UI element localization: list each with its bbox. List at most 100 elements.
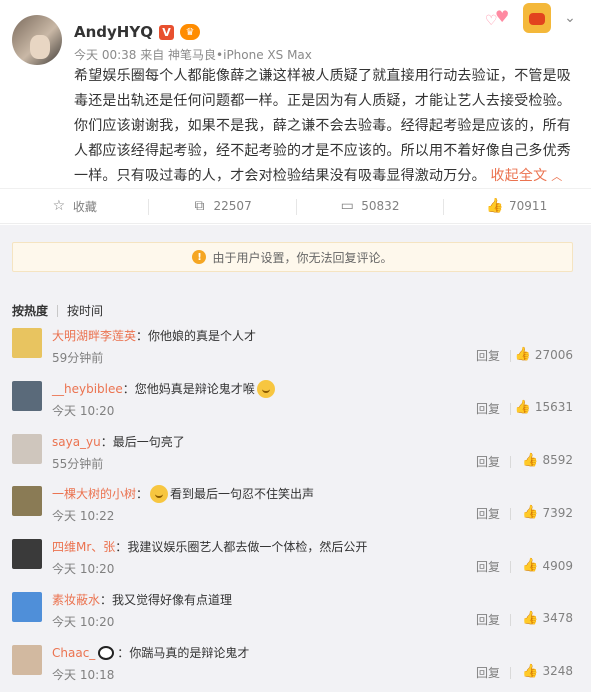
thumbs-up-icon: 👍 [514, 347, 531, 362]
comment-like-button[interactable]: 👍 27006 [515, 347, 573, 362]
comment-username[interactable]: __heybiblee [52, 380, 123, 398]
thumbs-up-icon: 👍 [522, 663, 539, 679]
reply-button[interactable]: 回复 [476, 400, 500, 417]
comment-username[interactable]: 素妆蔽水 [52, 591, 100, 609]
comment-row: 大明湖畔李莲英：你他娘的真是个人才 59分钟前 回复 👍 27006 [0, 321, 591, 374]
like-button[interactable]: 👍 70911 [443, 189, 591, 223]
star-icon: ☆ [52, 198, 66, 214]
comment-list: 大明湖畔李莲英：你他娘的真是个人才 59分钟前 回复 👍 27006 __heyb… [0, 321, 591, 691]
comment-username[interactable]: Chaac_ [52, 644, 95, 662]
reply-button[interactable]: 回复 [476, 347, 500, 364]
comment-like-count: 3248 [542, 664, 573, 679]
comment-avatar[interactable] [12, 380, 42, 411]
reply-button[interactable]: 回复 [476, 611, 500, 628]
post-top-right: ♡ ♥ ⌄ [485, 3, 579, 33]
comment-username[interactable]: saya_yu [52, 433, 101, 451]
comment-time: 今天 10:20 [52, 614, 115, 629]
comment-sort-tabs: 按热度 按时间 [12, 302, 103, 319]
comment-avatar[interactable] [12, 486, 42, 517]
comment-like-button[interactable]: 👍 3248 [522, 664, 573, 679]
comment-content: 素妆蔽水：我又觉得好像有点道理 [52, 591, 233, 609]
comment-row: saya_yu：最后一句亮了 55分钟前 回复 👍 8592 [0, 427, 591, 480]
thumbs-up-icon: 👍 [522, 452, 539, 468]
repost-count: 22507 [213, 199, 252, 213]
favorite-label: 收藏 [72, 199, 97, 214]
verified-badge-icon: V [158, 24, 174, 40]
vip-badge-icon: ♛ [179, 24, 200, 40]
post-header: AndyHYQ V ♛ [74, 22, 200, 42]
comment-like-button[interactable]: 👍 3478 [522, 611, 573, 626]
comment-row: 一棵大树的小树：看到最后一句忍不住笑出声 今天 10:22 回复 👍 7392 [0, 479, 591, 532]
post-action-bar: ☆ 收藏 ⧉ 22507 ▭ 50832 👍 70911 [0, 188, 591, 224]
reply-like-divider [510, 508, 511, 521]
fox-mascot-icon [523, 3, 551, 33]
comment-time: 今天 10:18 [52, 667, 115, 682]
heart-decoration-icon: ♡ ♥ [485, 7, 510, 29]
comment-button[interactable]: ▭ 50832 [295, 189, 444, 223]
comment-username[interactable]: 四维Mr、张 [52, 538, 115, 556]
comment-text: 最后一句亮了 [112, 434, 185, 449]
warning-icon: ! [192, 250, 207, 264]
comment-time: 今天 10:20 [52, 562, 115, 577]
repost-icon: ⧉ [194, 198, 205, 214]
comment-text: 你他娘的真是个人才 [148, 329, 257, 343]
reply-button[interactable]: 回复 [476, 664, 500, 681]
comment-row: __heybiblee：您他妈真是辩论鬼才喉 今天 10:20 回复 👍 1563… [0, 374, 591, 427]
comment-content: saya_yu：最后一句亮了 [52, 433, 185, 451]
comment-avatar[interactable] [12, 328, 42, 358]
reply-like-divider [510, 666, 511, 679]
comment-like-button[interactable]: 👍 7392 [522, 505, 573, 520]
post-username[interactable]: AndyHYQ [74, 23, 153, 41]
comment-like-count: 4909 [542, 558, 573, 573]
thumbs-up-icon: 👍 [522, 505, 539, 521]
reply-disabled-notice: ! 由于用户设置，你无法回复评论。 [12, 242, 573, 272]
comment-avatar[interactable] [12, 591, 42, 622]
comment-text: 您他妈真是辩论鬼才喉 [134, 381, 255, 396]
comment-like-button[interactable]: 👍 8592 [522, 453, 573, 468]
comment-like-button[interactable]: 👍 4909 [522, 558, 573, 573]
comment-like-count: 15631 [534, 400, 573, 415]
comment-time: 今天 10:20 [52, 403, 115, 418]
post-text: 希望娱乐圈每个人都能像薛之谦这样被人质疑了就直接用行动去验证，不管是吸毒还是出轨… [74, 68, 571, 184]
comment-like-count: 7392 [542, 505, 573, 520]
tab-sort-time[interactable]: 按时间 [67, 302, 103, 319]
comment-like-count: 3478 [542, 611, 573, 626]
comment-time: 59分钟前 [52, 351, 104, 365]
tab-sort-hot[interactable]: 按热度 [12, 302, 48, 319]
comment-row: 四维Mr、张：我建议娱乐圈艺人都去做一个体检，然后公开 今天 10:20 回复 … [0, 532, 591, 585]
comment-content: Chaac_：你踹马真的是辩论鬼才 [52, 644, 250, 662]
notice-text: 由于用户设置，你无法回复评论。 [212, 250, 393, 265]
comment-text: 我建议娱乐圈艺人都去做一个体检，然后公开 [127, 540, 368, 555]
post-meta: 今天 00:38 来自 神笔马良•iPhone XS Max [74, 48, 312, 62]
reply-like-divider [510, 455, 511, 468]
reply-button[interactable]: 回复 [476, 505, 500, 522]
comment-username[interactable]: 一棵大树的小树 [52, 485, 136, 503]
collapse-text-link[interactable]: 收起全文 [490, 168, 547, 184]
user-avatar[interactable] [12, 15, 62, 65]
chevron-down-icon[interactable]: ⌄ [561, 9, 579, 27]
reply-button[interactable]: 回复 [476, 558, 500, 575]
reply-like-divider [510, 402, 511, 415]
comment-row: 素妆蔽水：我又觉得好像有点道理 今天 10:20 回复 👍 3478 [0, 585, 591, 638]
comment-like-button[interactable]: 👍 15631 [515, 400, 573, 415]
comment-avatar[interactable] [12, 539, 42, 570]
comment-icon: ▭ [340, 198, 354, 214]
reply-button[interactable]: 回复 [476, 453, 500, 470]
comment-username[interactable]: 大明湖畔李莲英 [52, 327, 136, 345]
comment-content: __heybiblee：您他妈真是辩论鬼才喉 [52, 379, 277, 398]
comment-avatar[interactable] [12, 644, 42, 675]
comment-text: 我又觉得好像有点道理 [112, 592, 233, 607]
chevron-up-icon[interactable]: ︿ [551, 170, 562, 183]
sort-divider [57, 304, 59, 317]
thumbs-up-icon: 👍 [486, 198, 504, 214]
comment-content: 四维Mr、张：我建议娱乐圈艺人都去做一个体检，然后公开 [52, 538, 368, 556]
comment-like-count: 27006 [534, 347, 573, 362]
reply-like-divider [510, 350, 511, 362]
post-body: 希望娱乐圈每个人都能像薛之谦这样被人质疑了就直接用行动去验证，不管是吸毒还是出轨… [74, 64, 574, 189]
favorite-button[interactable]: ☆ 收藏 [0, 189, 148, 223]
comment-content: 大明湖畔李莲英：你他娘的真是个人才 [52, 327, 257, 345]
thumbs-up-icon: 👍 [522, 558, 539, 574]
repost-button[interactable]: ⧉ 22507 [147, 189, 296, 223]
thumbs-up-icon: 👍 [522, 610, 539, 626]
comment-avatar[interactable] [12, 433, 42, 464]
